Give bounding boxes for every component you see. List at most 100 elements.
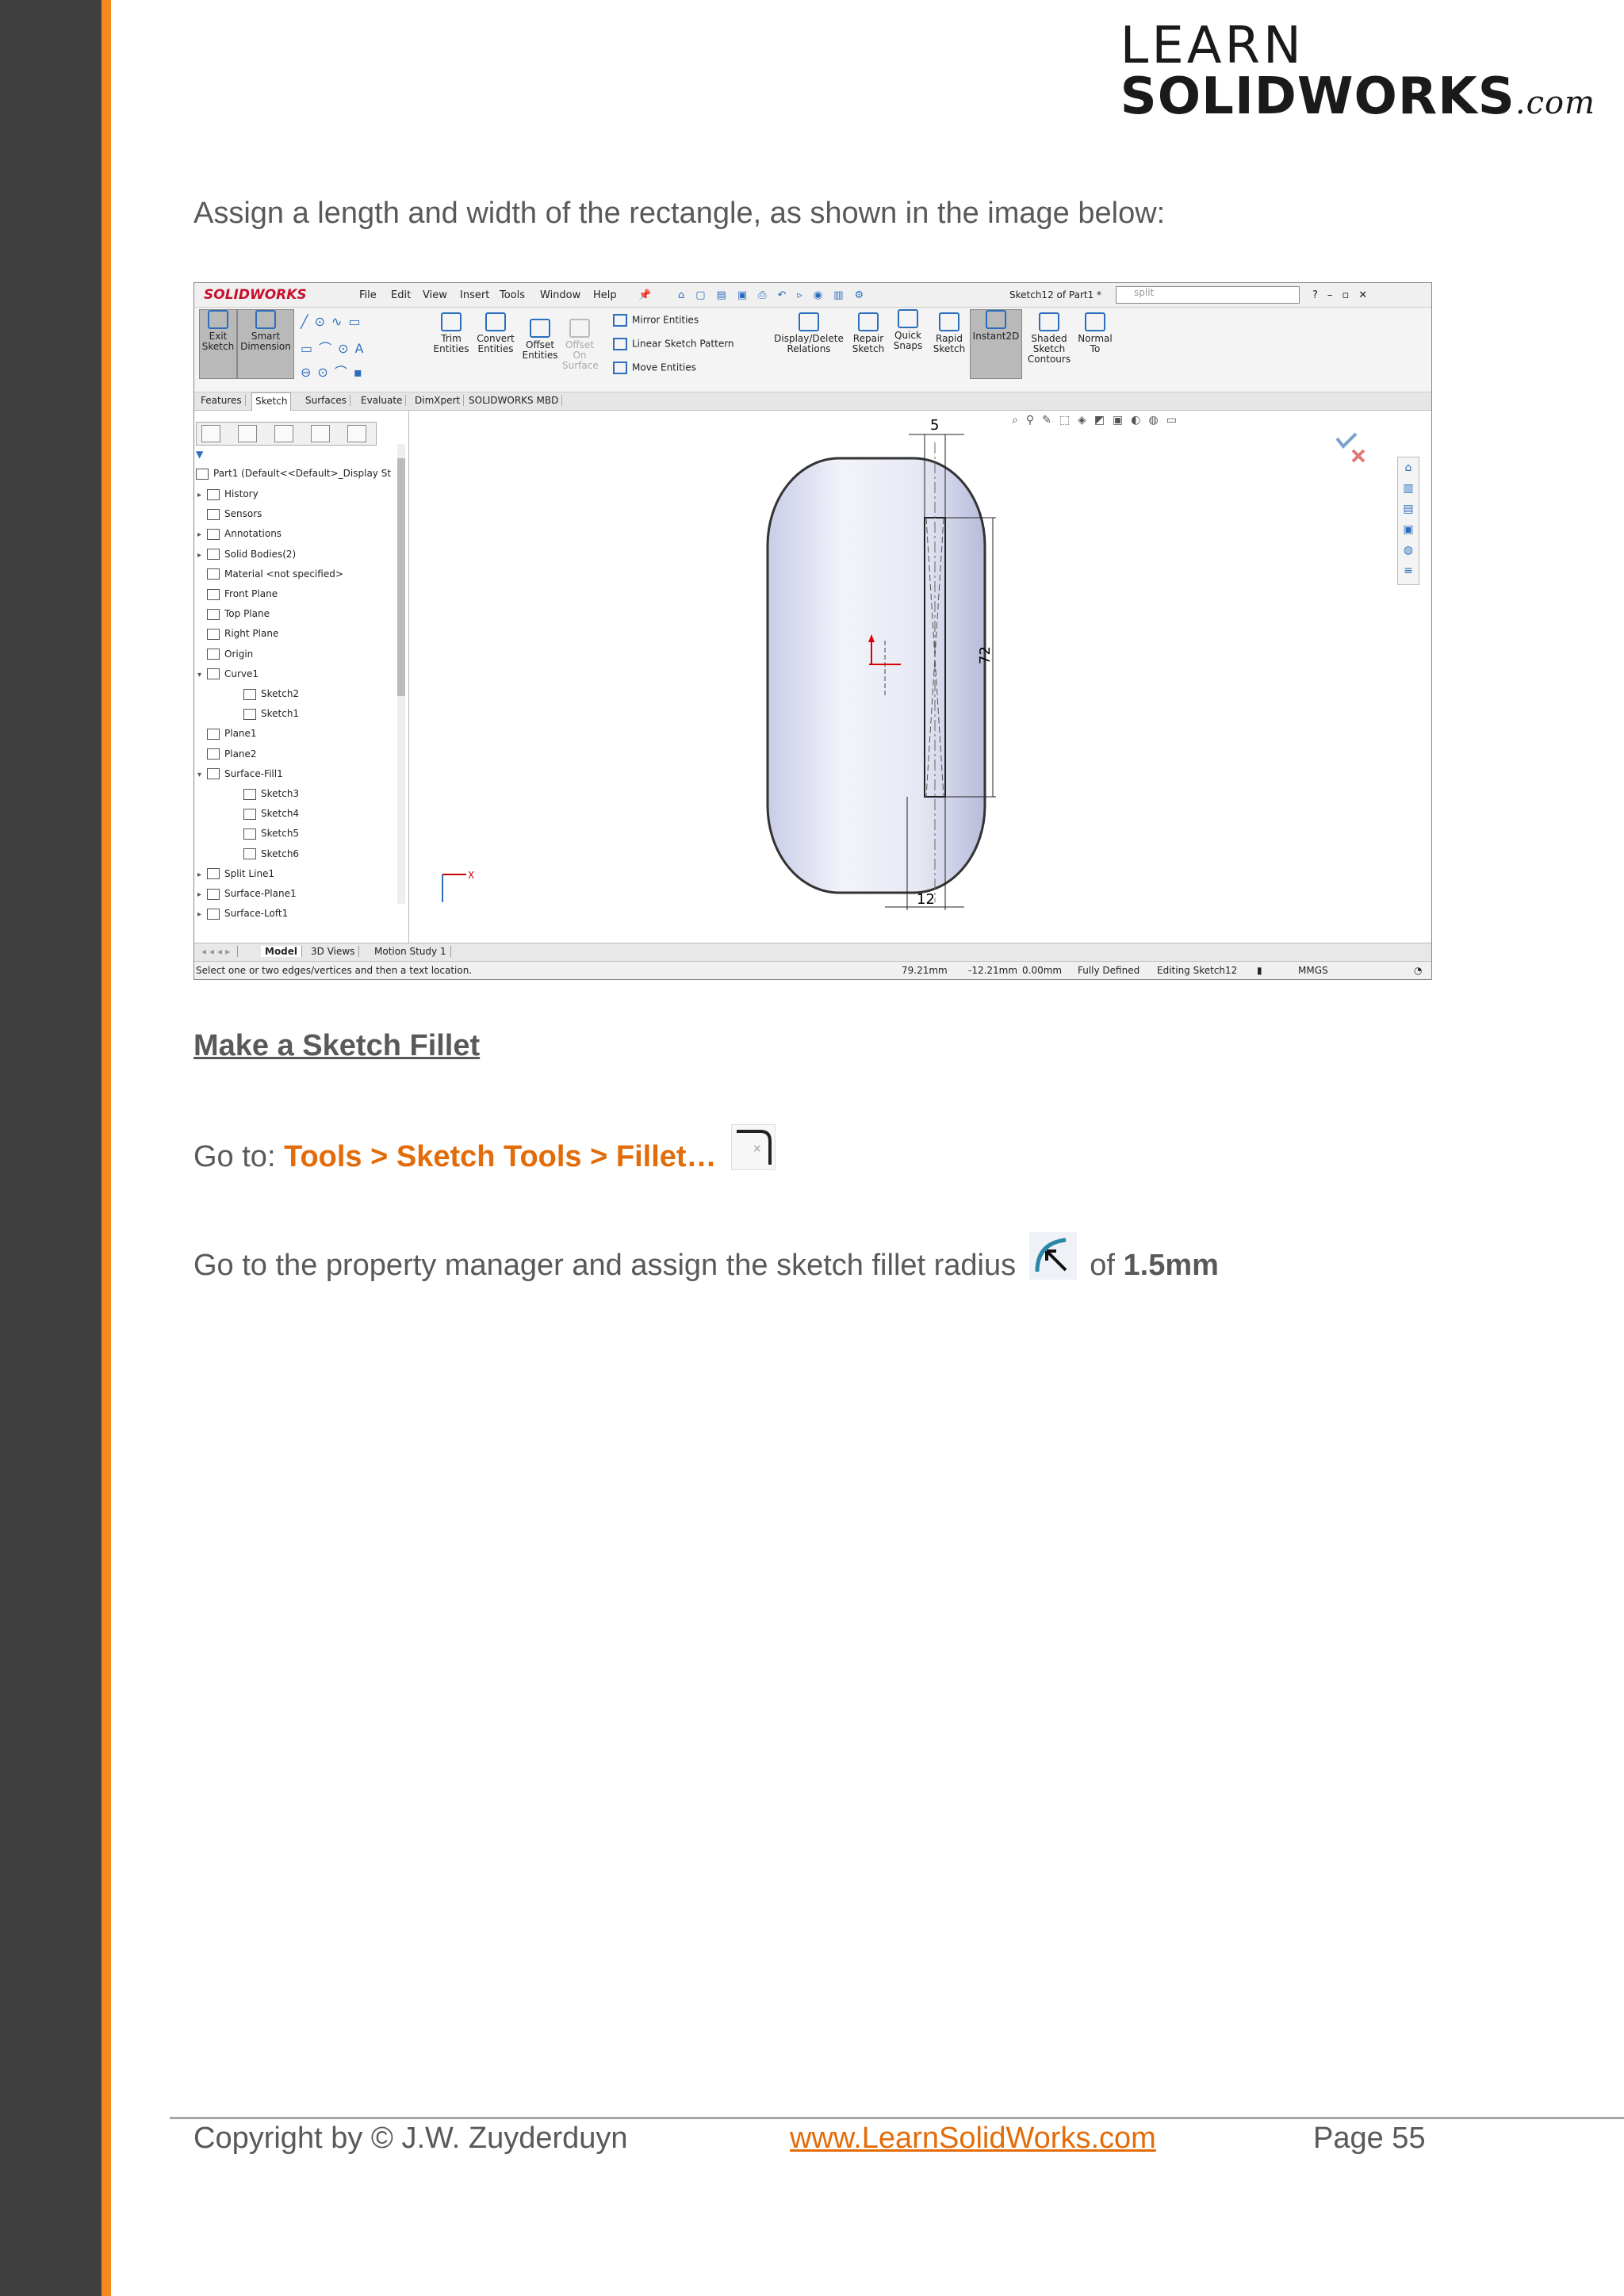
- radius-value: 1.5mm: [1123, 1249, 1219, 1283]
- quick-access-toolbar-icons[interactable]: ⌂▢▤▣⎙↶▹◉▥⚙: [678, 289, 875, 301]
- logo-line1: LEARN: [1120, 17, 1304, 75]
- expand-arrow-icon[interactable]: ▸: [197, 530, 207, 539]
- repair-sketch-button[interactable]: Repair Sketch: [849, 312, 887, 354]
- tree-item[interactable]: Right Plane: [197, 628, 278, 640]
- expand-arrow-icon[interactable]: ▸: [197, 890, 207, 899]
- tree-item[interactable]: Front Plane: [197, 588, 278, 600]
- tab-features[interactable]: Features: [197, 395, 246, 406]
- tree-item[interactable]: Plane2: [197, 748, 257, 760]
- feature-icon: [207, 868, 220, 880]
- tab-solidworks-mbd[interactable]: SOLIDWORKS MBD: [465, 395, 563, 406]
- tree-item[interactable]: Sketch2: [234, 688, 299, 700]
- tab-dimxpert[interactable]: DimXpert: [412, 395, 465, 406]
- tab-scroll-arrows-icons[interactable]: ◂◂◂▸: [197, 946, 239, 957]
- tree-item[interactable]: ▾ Surface-Fill1: [197, 768, 283, 780]
- expand-arrow-icon[interactable]: ▾: [197, 671, 207, 679]
- tree-item[interactable]: Sketch5: [234, 828, 299, 840]
- status-units[interactable]: MMGS: [1298, 965, 1328, 976]
- status-sketch-state: Fully Defined: [1078, 965, 1140, 976]
- offset-on-surface-button[interactable]: Offset On Surface: [562, 319, 599, 371]
- tree-item[interactable]: ▸ Annotations: [197, 528, 282, 540]
- tree-item[interactable]: Top Plane: [197, 608, 270, 620]
- menu-help[interactable]: Help: [593, 289, 617, 301]
- pin-icon[interactable]: 📌: [638, 289, 651, 301]
- rapid-sketch-button[interactable]: Rapid Sketch: [932, 312, 967, 354]
- instant2d-button[interactable]: Instant2D: [970, 309, 1022, 379]
- feature-manager-tab-icon[interactable]: [201, 425, 220, 442]
- sketch-entity-tools-icons[interactable]: ╱⊙∿▭: [301, 314, 367, 329]
- tree-item[interactable]: Sensors: [197, 508, 262, 520]
- menu-view[interactable]: View: [423, 289, 447, 301]
- tree-root-part[interactable]: Part1 (Default<<Default>_Display St: [196, 468, 391, 480]
- tree-item[interactable]: Sketch6: [234, 848, 299, 860]
- tree-item[interactable]: Sketch3: [234, 788, 299, 800]
- menu-insert[interactable]: Insert: [460, 289, 489, 301]
- display-manager-tab-icon[interactable]: [347, 425, 366, 442]
- feature-icon: [207, 888, 220, 900]
- normal-to-label: Normal To: [1078, 333, 1113, 354]
- filter-icon[interactable]: ▼: [196, 449, 203, 460]
- sketch-slot-tools-icons[interactable]: ⊖⊙⌒▪: [301, 362, 369, 381]
- dimxpert-manager-tab-icon[interactable]: [311, 425, 330, 442]
- expand-arrow-icon[interactable]: ▸: [197, 491, 207, 499]
- smart-dimension-button[interactable]: Smart Dimension: [237, 309, 294, 379]
- feature-icon: [207, 649, 220, 660]
- tree-item[interactable]: Plane1: [197, 728, 257, 740]
- tab-sketch[interactable]: Sketch: [251, 392, 292, 412]
- convert-entities-button[interactable]: Convert Entities: [473, 312, 518, 354]
- tree-item[interactable]: ▸ Split Line1: [197, 868, 274, 880]
- configuration-manager-tab-icon[interactable]: [274, 425, 293, 442]
- rebuild-icon[interactable]: ▮: [1257, 965, 1262, 976]
- linear-sketch-pattern-button[interactable]: Linear Sketch Pattern: [613, 338, 734, 350]
- tree-item[interactable]: ▸ Surface-Loft1: [197, 908, 288, 920]
- task-pane-tabs-icons[interactable]: ⌂ ▥ ▤ ▣ ◍ ≡: [1397, 457, 1419, 585]
- tree-item-label: Origin: [224, 648, 254, 660]
- exit-sketch-button[interactable]: Exit Sketch: [199, 309, 237, 379]
- display-delete-relations-button[interactable]: Display/Delete Relations: [773, 312, 845, 354]
- menu-window[interactable]: Window: [540, 289, 580, 301]
- feature-manager-tree: ▼ Part1 (Default<<Default>_Display St ▸ H…: [194, 411, 409, 950]
- graphics-area[interactable]: ⌕⚲✎⬚◈◩▣◐◍▭ 5 72 12 X ⌂ ▥ ▤ ▣ ◍ ≡: [409, 411, 1431, 950]
- trim-entities-button[interactable]: Trim Entities: [432, 312, 470, 354]
- menu-file[interactable]: File: [359, 289, 377, 301]
- tree-scrollbar-thumb[interactable]: [397, 458, 405, 696]
- dimension-width-top[interactable]: 5: [930, 417, 939, 434]
- property-manager-tab-icon[interactable]: [238, 425, 257, 442]
- tab-surfaces[interactable]: Surfaces: [302, 395, 350, 406]
- tree-item[interactable]: Origin: [197, 649, 253, 660]
- menu-edit[interactable]: Edit: [391, 289, 411, 301]
- tab-motion-study[interactable]: Motion Study 1: [370, 946, 451, 957]
- tree-item[interactable]: ▾ Curve1: [197, 668, 259, 680]
- search-input[interactable]: split: [1116, 286, 1300, 304]
- tree-item-label: History: [224, 488, 259, 499]
- tree-item[interactable]: ▸ Solid Bodies(2): [197, 549, 296, 561]
- expand-arrow-icon[interactable]: ▸: [197, 551, 207, 560]
- tree-item[interactable]: Material <not specified>: [197, 568, 343, 580]
- expand-arrow-icon[interactable]: ▸: [197, 910, 207, 919]
- footer-copyright: Copyright by © J.W. Zuyderduyn: [193, 2122, 628, 2155]
- move-entities-button[interactable]: Move Entities: [613, 362, 696, 374]
- dimension-offset-bottom[interactable]: 12: [917, 891, 935, 908]
- tree-item[interactable]: ▸ History: [197, 488, 259, 500]
- tab-3d-views[interactable]: 3D Views: [307, 946, 360, 957]
- shaded-sketch-contours-button[interactable]: Shaded Sketch Contours: [1027, 312, 1071, 365]
- dimension-length-right[interactable]: 72: [977, 646, 994, 664]
- quick-snaps-button[interactable]: Quick Snaps: [891, 309, 925, 351]
- tab-evaluate[interactable]: Evaluate: [358, 395, 407, 406]
- tree-item[interactable]: Sketch4: [234, 808, 299, 820]
- confirmation-corner-icons[interactable]: [1335, 432, 1365, 463]
- sketch-shape-tools-icons[interactable]: ▭⌒⊙A: [301, 338, 370, 357]
- smart-dimension-label: Smart Dimension: [240, 331, 291, 352]
- tree-item[interactable]: Sketch1: [234, 708, 299, 720]
- help-bubble-icon[interactable]: ◔: [1414, 965, 1422, 976]
- footer-website-link[interactable]: www.LearnSolidWorks.com: [790, 2122, 1156, 2156]
- offset-entities-button[interactable]: Offset Entities: [521, 319, 559, 361]
- tree-item[interactable]: ▸ Surface-Plane1: [197, 888, 297, 900]
- mirror-entities-button[interactable]: Mirror Entities: [613, 314, 699, 327]
- expand-arrow-icon[interactable]: ▸: [197, 871, 207, 879]
- menu-tools[interactable]: Tools: [500, 289, 525, 301]
- normal-to-button[interactable]: Normal To: [1076, 312, 1114, 354]
- expand-arrow-icon[interactable]: ▾: [197, 771, 207, 779]
- tab-model[interactable]: Model: [261, 946, 303, 957]
- window-controls-icons[interactable]: ?–▫✕: [1312, 289, 1377, 301]
